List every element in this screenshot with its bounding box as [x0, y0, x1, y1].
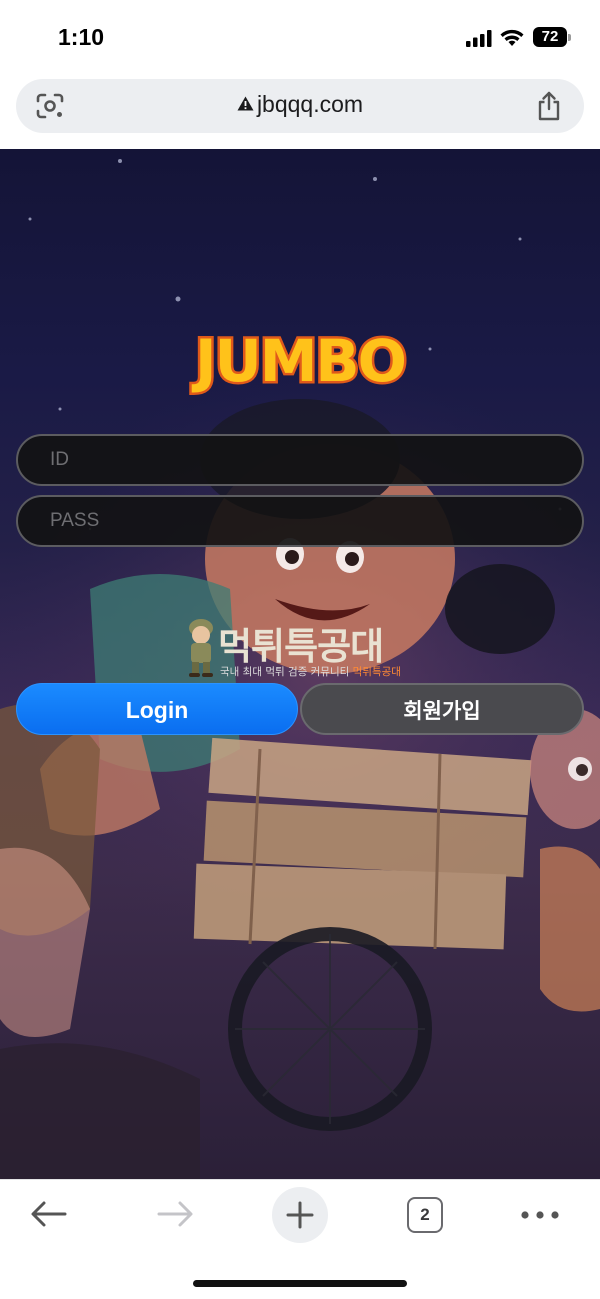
signup-button[interactable]: 회원가입 — [300, 683, 584, 735]
watermark-subtitle-accent: 먹튀특공대 — [352, 666, 401, 678]
home-indicator — [193, 1280, 407, 1287]
soldier-mascot-icon — [189, 619, 213, 677]
watermark: 먹튀특공대 국내 최대 먹튀 검증 커뮤니티 먹튀특공대 — [182, 616, 422, 682]
more-icon[interactable] — [520, 1210, 560, 1220]
id-field[interactable] — [16, 434, 584, 486]
svg-text:JUMBO: JUMBO — [191, 327, 405, 395]
status-bar: 1:10 72 — [0, 0, 600, 70]
jumbo-logo: JUMBO — [189, 325, 410, 398]
wifi-icon — [500, 29, 524, 46]
back-arrow-icon[interactable] — [29, 1199, 69, 1229]
status-time: 1:10 — [58, 24, 105, 50]
watermark-title: 먹튀특공대 — [218, 625, 384, 668]
password-input[interactable] — [18, 497, 582, 545]
url-display[interactable]: jbqqq.com — [16, 91, 584, 118]
share-icon[interactable] — [536, 91, 562, 121]
watermark-subtitle: 국내 최대 먹튀 검증 커뮤니티 먹튀특공대 — [220, 666, 401, 678]
plus-icon — [286, 1201, 314, 1229]
url-text: jbqqq.com — [256, 91, 364, 117]
warning-icon — [237, 96, 254, 111]
battery-icon: 72 — [533, 27, 571, 47]
browser-toolbar: 2 — [0, 1179, 600, 1299]
address-bar[interactable]: jbqqq.com — [16, 79, 584, 133]
forward-arrow-icon[interactable] — [155, 1199, 195, 1229]
web-content: JUMBO 먹튀특공대 국내 최대 먹튀 검증 커뮤니티 먹튀특공대 Login… — [0, 149, 600, 1179]
signal-icon — [466, 30, 492, 47]
id-input[interactable] — [18, 436, 582, 484]
tabs-button[interactable]: 2 — [407, 1197, 443, 1233]
new-tab-button[interactable] — [272, 1187, 328, 1243]
battery-level: 72 — [541, 28, 559, 45]
password-field[interactable] — [16, 495, 584, 547]
login-button[interactable]: Login — [16, 683, 298, 735]
